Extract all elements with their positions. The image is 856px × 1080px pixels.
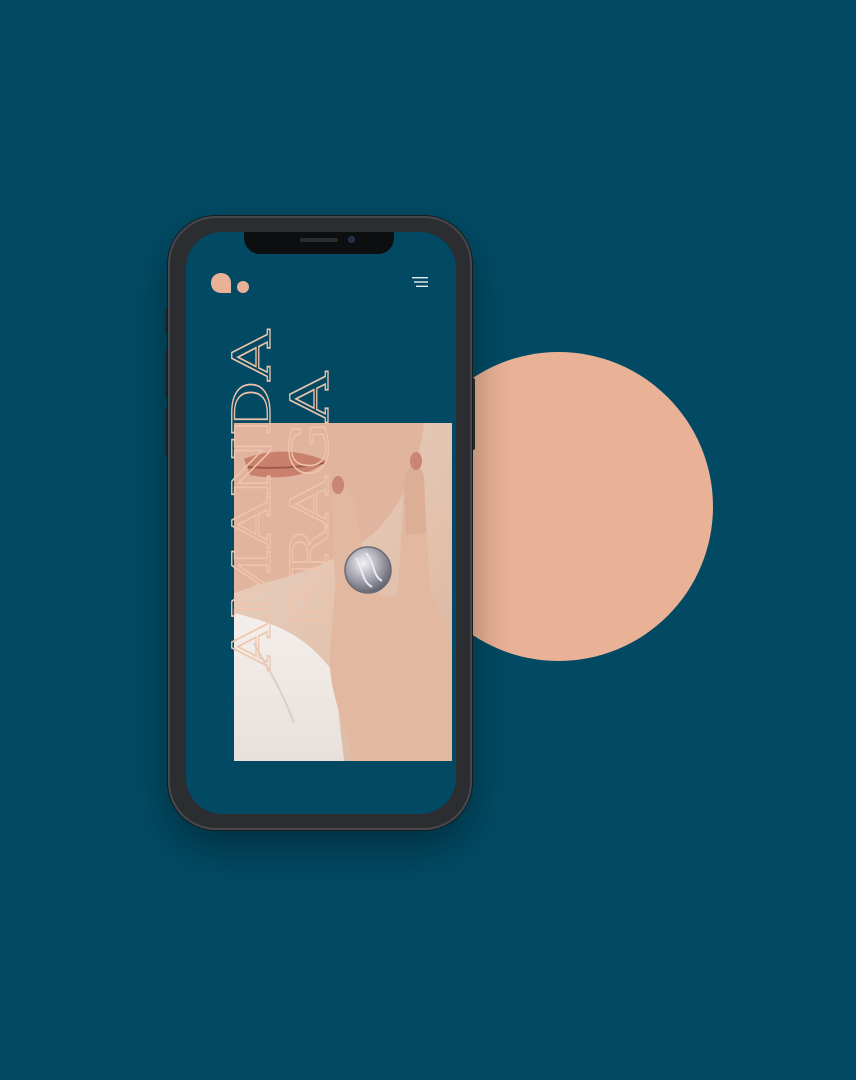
- logo-icon[interactable]: [210, 272, 252, 294]
- hamburger-menu-icon[interactable]: [412, 276, 428, 288]
- phone-notch: [244, 232, 394, 254]
- hero-title-last-name: BRAGA: [281, 370, 340, 630]
- hero-title-first-name: AMANDA: [223, 328, 283, 671]
- presentation-scene: AMANDA BRAGA: [0, 0, 856, 1080]
- phone-speaker: [300, 238, 338, 242]
- phone-camera: [348, 236, 355, 243]
- hero-title: AMANDA BRAGA: [222, 327, 340, 672]
